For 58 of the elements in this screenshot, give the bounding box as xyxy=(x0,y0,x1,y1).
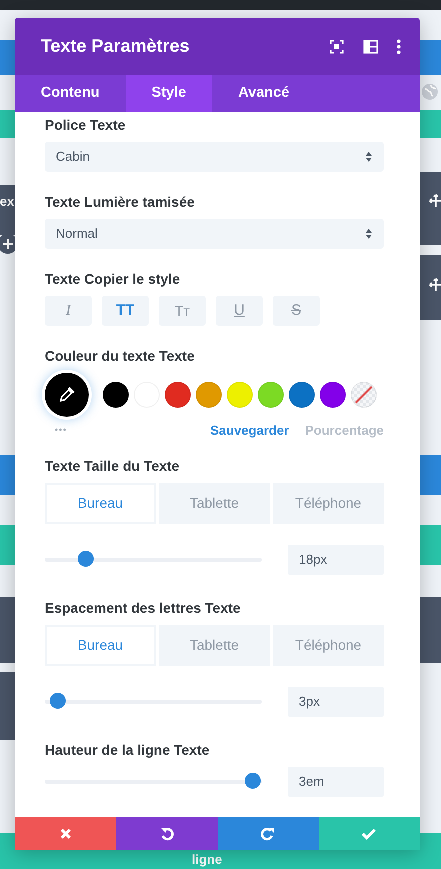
color-mode-link[interactable]: Sauvegarder xyxy=(210,421,290,440)
redo-button[interactable] xyxy=(218,817,319,850)
text-style-button[interactable]: S xyxy=(273,296,320,326)
device-tab[interactable]: Tablette xyxy=(159,624,270,666)
module-label: ligne xyxy=(192,851,222,869)
field-label: Police Texte xyxy=(45,117,127,134)
field-label: Hauteur de la ligne Texte xyxy=(45,742,211,758)
sort-caret-icon xyxy=(365,228,373,240)
field-label: Couleur du texte Texte xyxy=(45,348,196,365)
slider-handle[interactable] xyxy=(50,692,66,708)
text-style-button[interactable]: TT xyxy=(102,296,149,326)
color-swatch[interactable] xyxy=(258,382,284,408)
color-swatch[interactable] xyxy=(289,382,315,408)
field-label: Texte Taille du Texte xyxy=(45,458,181,474)
color-swatch[interactable] xyxy=(351,382,377,408)
color-swatch[interactable] xyxy=(320,382,346,408)
device-tab[interactable]: Téléphone xyxy=(273,624,384,666)
color-swatch[interactable] xyxy=(227,382,253,408)
move-icon[interactable] xyxy=(429,278,441,292)
eyedropper-icon xyxy=(58,386,76,404)
device-tab[interactable]: Bureau xyxy=(45,624,156,666)
value-field[interactable]: 3px xyxy=(288,686,384,716)
color-swatch[interactable] xyxy=(196,382,222,408)
undo-button[interactable] xyxy=(116,817,218,850)
tab[interactable]: Style xyxy=(126,75,212,112)
color-swatch[interactable] xyxy=(165,382,191,408)
close-icon xyxy=(58,826,73,840)
split-view-icon[interactable] xyxy=(362,38,380,56)
text-style-button[interactable]: I xyxy=(45,296,92,326)
text-style-button[interactable]: Tᴛ xyxy=(159,296,206,326)
undo-icon xyxy=(160,826,174,840)
more-options-icon[interactable] xyxy=(396,38,402,56)
select-field[interactable]: Normal xyxy=(45,219,384,249)
sort-caret-icon xyxy=(365,151,373,163)
color-picker-button[interactable] xyxy=(45,373,89,417)
field-label: Texte Lumière tamisée xyxy=(45,194,196,211)
slider-handle[interactable] xyxy=(78,550,94,566)
tab[interactable]: Contenu xyxy=(15,75,126,112)
text-style-button[interactable]: U xyxy=(216,296,263,326)
tab[interactable]: Avancé xyxy=(212,75,316,112)
device-tab[interactable]: Téléphone xyxy=(273,482,384,524)
slider-handle[interactable] xyxy=(245,772,262,788)
color-swatch[interactable] xyxy=(103,382,129,408)
move-icon[interactable] xyxy=(429,194,441,208)
section-band xyxy=(0,672,15,740)
checkmark-icon xyxy=(362,826,376,840)
value-field[interactable]: 3em xyxy=(288,766,384,796)
more-colors-icon[interactable]: ••• xyxy=(55,424,68,438)
redo-icon xyxy=(261,826,276,840)
field-label: Espacement des lettres Texte xyxy=(45,600,242,616)
fullscreen-icon[interactable] xyxy=(328,38,346,56)
field-label: Texte Copier le style xyxy=(45,271,182,288)
value-field[interactable]: 18px xyxy=(288,544,384,574)
device-tab[interactable]: Tablette xyxy=(159,482,270,524)
select-field[interactable]: Cabin xyxy=(45,142,384,172)
dialog-title: Texte Paramètres xyxy=(41,35,191,58)
device-tab[interactable]: Bureau xyxy=(45,482,156,524)
module-label: ex xyxy=(0,193,14,211)
